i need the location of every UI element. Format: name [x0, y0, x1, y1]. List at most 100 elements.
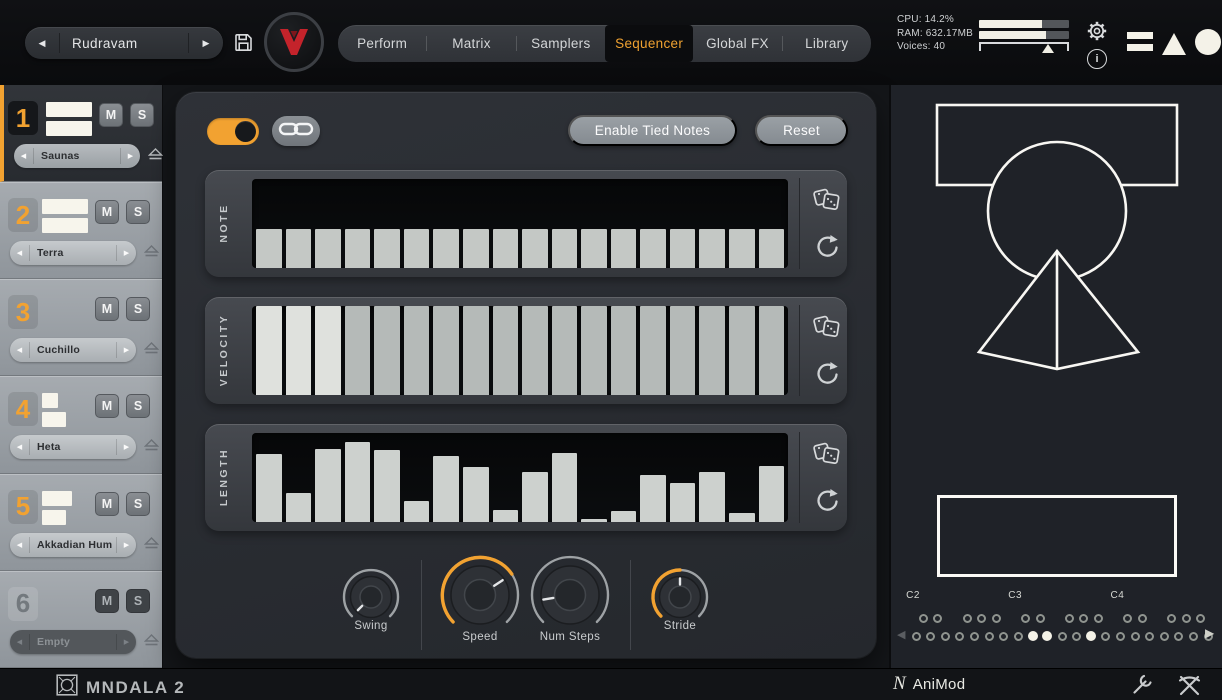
step-bar[interactable] — [699, 472, 725, 522]
reset-cycle-icon[interactable] — [809, 356, 845, 392]
key-dot-G#2[interactable] — [977, 614, 986, 623]
instrument-prev-button[interactable]: ◀ — [10, 541, 29, 549]
step-bar[interactable] — [729, 306, 755, 395]
instrument-prev-button[interactable]: ◀ — [10, 346, 29, 354]
key-dot-G#3[interactable] — [1079, 614, 1088, 623]
eject-icon[interactable] — [148, 148, 163, 166]
step-bar[interactable] — [522, 306, 548, 395]
key-dot-C#2[interactable] — [919, 614, 928, 623]
track-row-1[interactable]: 1MS◀Saunas▶ — [0, 85, 162, 182]
step-bar[interactable] — [640, 229, 666, 268]
instrument-selector[interactable]: ◀Heta▶ — [10, 435, 136, 459]
preset-prev-button[interactable]: ◀ — [25, 38, 59, 49]
solo-button[interactable]: S — [126, 394, 150, 418]
step-bar[interactable] — [581, 229, 607, 268]
step-bar[interactable] — [286, 229, 312, 268]
reset-cycle-icon[interactable] — [809, 229, 845, 265]
step-bar[interactable] — [286, 306, 312, 395]
slider-marker[interactable] — [1042, 44, 1054, 53]
eject-icon[interactable] — [144, 342, 159, 360]
step-bar[interactable] — [493, 229, 519, 268]
instrument-next-button[interactable]: ▶ — [117, 541, 136, 549]
step-bar[interactable] — [345, 306, 371, 395]
instrument-selector[interactable]: ◀Saunas▶ — [14, 144, 140, 168]
step-bar[interactable] — [463, 306, 489, 395]
step-bar[interactable] — [463, 467, 489, 522]
step-bar[interactable] — [670, 229, 696, 268]
instrument-prev-button[interactable]: ◀ — [10, 638, 29, 646]
key-dot-A4[interactable] — [1189, 632, 1198, 641]
preset-next-button[interactable]: ▶ — [189, 38, 223, 49]
tab-library[interactable]: Library — [783, 25, 871, 62]
key-dot-A#4[interactable] — [1196, 614, 1205, 623]
track-row-3[interactable]: 3MS◀Cuchillo▶ — [0, 279, 162, 376]
solo-button[interactable]: S — [130, 103, 154, 127]
key-dot-F2[interactable] — [955, 632, 964, 641]
step-bar[interactable] — [433, 456, 459, 522]
eject-icon[interactable] — [144, 439, 159, 457]
wrench-tool-icon[interactable] — [1130, 673, 1154, 700]
keyboard-scroll-right-button[interactable]: ▶ — [1205, 626, 1214, 640]
solo-button[interactable]: S — [126, 200, 150, 224]
step-bar[interactable] — [374, 450, 400, 522]
step-bar[interactable] — [759, 229, 785, 268]
preset-name[interactable]: Rudravam — [60, 36, 188, 51]
step-display[interactable] — [252, 433, 788, 522]
tab-matrix[interactable]: Matrix — [427, 25, 515, 62]
instrument-prev-button[interactable]: ◀ — [14, 152, 33, 160]
instrument-next-button[interactable]: ▶ — [117, 638, 136, 646]
key-dot-D#3[interactable] — [1036, 614, 1045, 623]
key-dot-E2[interactable] — [941, 632, 950, 641]
step-bar[interactable] — [286, 493, 312, 522]
key-dot-C#3[interactable] — [1021, 614, 1030, 623]
knob-num-steps[interactable] — [528, 553, 612, 642]
key-dot-D#4[interactable] — [1138, 614, 1147, 623]
key-dot-D2[interactable] — [926, 632, 935, 641]
key-dot-B3[interactable] — [1101, 632, 1110, 641]
step-bar[interactable] — [256, 306, 282, 395]
enable-tied-notes-button[interactable]: Enable Tied Notes — [568, 115, 737, 146]
track-row-4[interactable]: 4MS◀Heta▶ — [0, 376, 162, 473]
key-dot-C#4[interactable] — [1123, 614, 1132, 623]
instrument-selector[interactable]: ◀Terra▶ — [10, 241, 136, 265]
step-bar[interactable] — [463, 229, 489, 268]
step-bar[interactable] — [699, 229, 725, 268]
key-dot-E3[interactable] — [1042, 631, 1052, 641]
eject-icon[interactable] — [144, 537, 159, 555]
mute-button[interactable]: M — [95, 297, 119, 321]
step-bar[interactable] — [345, 229, 371, 268]
tab-samplers[interactable]: Samplers — [517, 25, 605, 62]
key-dot-G4[interactable] — [1174, 632, 1183, 641]
instrument-name[interactable]: Cuchillo — [30, 344, 116, 356]
key-dot-A3[interactable] — [1086, 631, 1096, 641]
step-bar[interactable] — [729, 513, 755, 522]
key-dot-D4[interactable] — [1131, 632, 1140, 641]
solo-button[interactable]: S — [126, 297, 150, 321]
instrument-next-button[interactable]: ▶ — [117, 346, 136, 354]
key-dot-D#2[interactable] — [933, 614, 942, 623]
mntra-logo[interactable] — [264, 12, 324, 72]
key-dot-D3[interactable] — [1028, 631, 1038, 641]
step-bar[interactable] — [404, 306, 430, 395]
voice-limit-slider[interactable] — [979, 42, 1069, 51]
step-bar[interactable] — [522, 229, 548, 268]
step-bar[interactable] — [404, 501, 430, 522]
track-row-6[interactable]: 6MS◀Empty▶ — [0, 571, 162, 668]
step-bar[interactable] — [315, 449, 341, 522]
eject-icon[interactable] — [144, 634, 159, 652]
eject-icon[interactable] — [144, 245, 159, 263]
knob-speed[interactable] — [438, 553, 522, 642]
step-bar[interactable] — [640, 306, 666, 395]
randomize-dice-icon[interactable] — [809, 308, 845, 344]
reset-cycle-icon[interactable] — [809, 483, 845, 519]
randomize-dice-icon[interactable] — [809, 181, 845, 217]
mute-button[interactable]: M — [95, 589, 119, 613]
step-bar[interactable] — [611, 306, 637, 395]
step-bar[interactable] — [374, 229, 400, 268]
key-dot-F#3[interactable] — [1065, 614, 1074, 623]
preset-selector[interactable]: ◀ Rudravam ▶ — [25, 27, 223, 59]
keyboard-scroll-left-button[interactable]: ◀ — [897, 628, 905, 641]
tab-global-fx[interactable]: Global FX — [693, 25, 781, 62]
instrument-name[interactable]: Empty — [30, 636, 116, 648]
key-dot-F#4[interactable] — [1167, 614, 1176, 623]
